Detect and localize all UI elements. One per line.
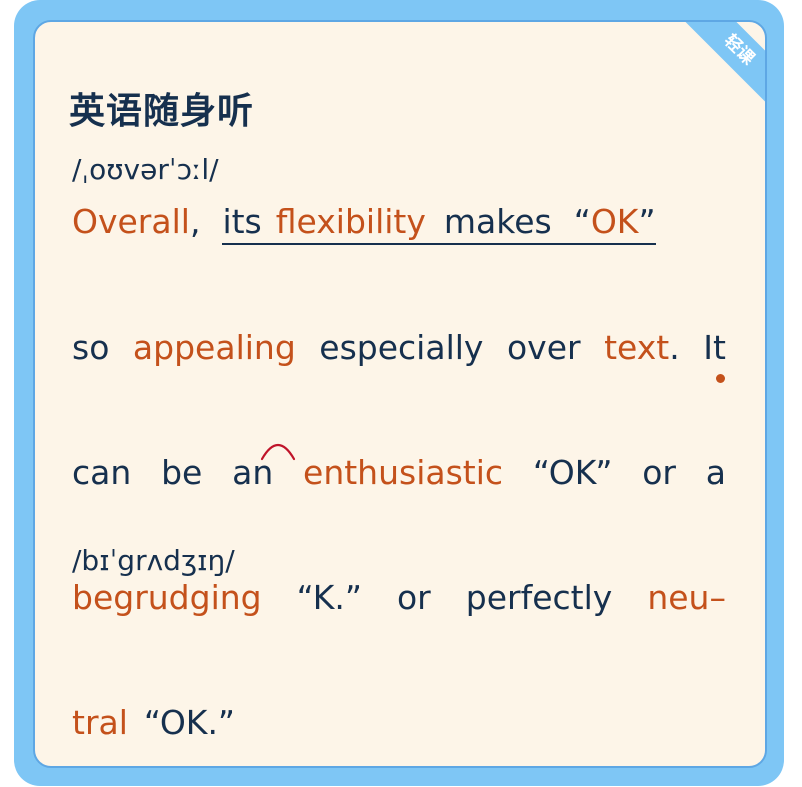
word-flexibility[interactable]: flexibility [276, 202, 426, 241]
word-neutral-start[interactable]: neu– [647, 578, 726, 617]
word-ok[interactable]: OK [591, 202, 639, 241]
word-its: its [222, 202, 262, 241]
word-quoted-ok-final: “OK.” [143, 703, 236, 742]
text-line-2: so appealing especially over text. It [72, 328, 726, 367]
text-line-4: begrudging “K.” or perfectly neu– [72, 578, 726, 617]
word-or: or [642, 453, 676, 492]
word-be: be [161, 453, 203, 492]
punct-period: . [669, 328, 680, 367]
text-line-3: can be an enthusiastic “OK” or a [72, 453, 726, 492]
word-appealing[interactable]: appealing [133, 328, 296, 367]
page-title: 英语随身听 [69, 91, 255, 132]
corner-badge: 轻课 [683, 22, 765, 106]
word-an: an [232, 453, 274, 492]
word-over: over [506, 328, 581, 367]
close-quote: ” [638, 202, 656, 241]
word-so: so [72, 328, 110, 367]
word-especially: especially [319, 328, 484, 367]
word-perfectly: perfectly [465, 578, 613, 617]
word-a: a [705, 453, 726, 492]
punct-comma: , [189, 202, 201, 241]
word-quoted-k: “K.” [296, 578, 362, 617]
word-overall[interactable]: Overall [72, 202, 190, 245]
word-can: can [72, 453, 132, 492]
underlined-phrase: its flexibility makes “ OK ” [222, 202, 656, 245]
stress-dot-icon [716, 374, 725, 383]
word-makes: makes [443, 202, 552, 241]
text-line-5: tral “OK.” [72, 703, 726, 742]
word-enthusiastic[interactable]: enthusiastic [303, 453, 503, 492]
word-begrudging[interactable]: begrudging [72, 578, 262, 617]
text-line-1: Overall , its flexibility makes “ OK ” [72, 202, 726, 245]
open-quote: “ [573, 202, 591, 241]
phonetic-overall: /ˌoʊvərˈɔːl/ [72, 153, 219, 186]
word-text[interactable]: text [604, 328, 669, 367]
word-neutral-end[interactable]: tral [72, 703, 128, 742]
word-or-2: or [396, 578, 431, 617]
phonetic-begrudging: /bɪˈgrʌdʒɪŋ/ [72, 544, 235, 577]
word-it: It [703, 328, 726, 367]
text-fragment: text. [604, 328, 680, 367]
word-quoted-ok: “OK” [532, 453, 613, 492]
